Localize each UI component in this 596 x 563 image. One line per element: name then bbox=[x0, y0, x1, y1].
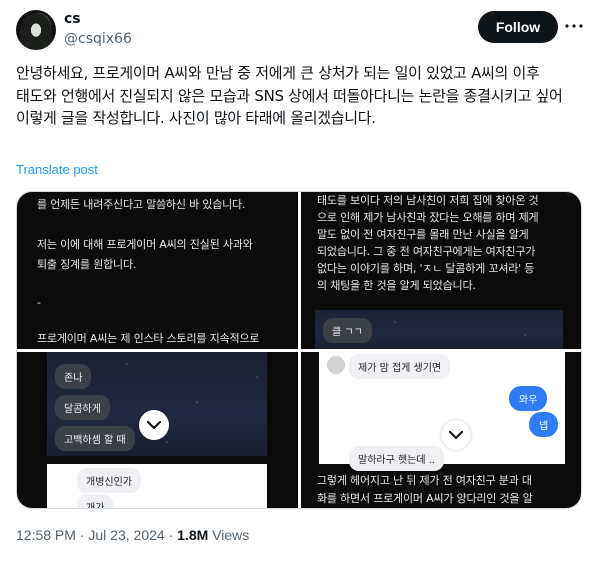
image2-line: 으로 인해 제가 남사친과 잤다는 오해를 하며 제게 bbox=[317, 211, 539, 224]
image2-line: 말도 없이 전 여자친구를 몰래 만난 사실을 알게 bbox=[317, 228, 529, 241]
follow-button[interactable]: Follow bbox=[478, 11, 558, 43]
avatar[interactable] bbox=[16, 10, 56, 50]
image2-line: 되었습니다. 그 중 전 여자친구에게는 여자친구가 bbox=[317, 245, 536, 258]
image1-line: - bbox=[37, 296, 41, 309]
avatar bbox=[327, 356, 345, 374]
media-image-3[interactable]: 존나 달콤하게 고백하셈 할 때 개병신인가 개가 bbox=[17, 352, 298, 508]
tweet-header: cs @csqix66 Follow bbox=[16, 8, 584, 52]
more-options-icon[interactable] bbox=[564, 16, 584, 36]
chat-bubble: 달콤하게 bbox=[55, 395, 110, 420]
image3-light-chat: 개병신인가 개가 bbox=[47, 464, 267, 508]
media-image-2[interactable]: 태도를 보이다 저의 남사친이 저희 집에 찾아온 것 으로 인해 제가 남사친… bbox=[301, 192, 581, 349]
author-handle[interactable]: @csqix66 bbox=[64, 31, 132, 47]
image1-line: 저는 이에 대해 프로게이머 A씨의 진실된 사과와 bbox=[37, 238, 253, 251]
image4-light-chat: 제가 맘 접게 생기면 와우 넵 말하라구 헷는데 .. bbox=[319, 352, 565, 471]
image1-line: 를 언제든 내려주신다고 말씀하신 바 있습니다. bbox=[37, 198, 246, 211]
translate-post-link[interactable]: Translate post bbox=[16, 162, 98, 177]
tweet-metadata: 12:58 PM · Jul 23, 2024 · 1.8M Views bbox=[16, 527, 249, 543]
image4-line: 그렇게 헤어지고 난 뒤 제가 전 여자친구 분과 대 bbox=[317, 474, 532, 487]
image2-line: 태도를 보이다 저의 남사친이 저희 집에 찾아온 것 bbox=[317, 194, 539, 207]
chat-bubble: 넵 bbox=[529, 412, 559, 437]
chevron-down-icon[interactable] bbox=[139, 410, 169, 440]
image2-line: 없다는 이야기를 하며, 'ㅈㄴ 달콤하게 꼬셔라' 등 bbox=[317, 262, 535, 275]
chat-bubble: 고백하셈 할 때 bbox=[55, 426, 135, 451]
chat-bubble: 클 ㄱㄱ bbox=[323, 318, 372, 343]
image2-line: 의 채팅을 한 것을 알게 되었습니다. bbox=[317, 279, 476, 292]
post-date[interactable]: Jul 23, 2024 bbox=[88, 527, 164, 543]
meta-separator: · bbox=[168, 527, 174, 543]
views-count: 1.8M bbox=[177, 527, 209, 543]
chat-bubble: 개가 bbox=[77, 494, 114, 508]
image3-chat-bg: 존나 달콤하게 고백하셈 할 때 bbox=[47, 352, 267, 456]
chat-bubble: 개병신인가 bbox=[77, 468, 141, 493]
media-grid: 를 언제든 내려주신다고 말씀하신 바 있습니다. 저는 이에 대해 프로게이머… bbox=[16, 191, 582, 509]
meta-separator: · bbox=[79, 527, 85, 543]
image1-line: 퇴출 징계를 원합니다. bbox=[37, 258, 137, 271]
image1-line: 프로게이머 A씨는 제 인스타 스토리를 지속적으로 bbox=[37, 332, 260, 345]
post-time[interactable]: 12:58 PM bbox=[16, 527, 76, 543]
chat-bubble: 제가 맘 접게 생기면 bbox=[349, 354, 451, 379]
media-image-1[interactable]: 를 언제든 내려주신다고 말씀하신 바 있습니다. 저는 이에 대해 프로게이머… bbox=[17, 192, 298, 349]
tweet-text: 안녕하세요, 프로게이머 A씨와 만남 중 저에게 큰 상처가 되는 일이 있었… bbox=[16, 64, 563, 127]
author-name[interactable]: cs bbox=[64, 11, 81, 27]
chat-bubble: 존나 bbox=[55, 364, 92, 389]
chat-bubble: 말하라구 헷는데 .. bbox=[349, 446, 445, 471]
image4-line: 화를 하면서 프로게이머 A씨가 양다리인 것을 알 bbox=[317, 492, 533, 505]
chat-bubble: 와우 bbox=[509, 386, 548, 411]
image2-chat-bg: 클 ㄱㄱ bbox=[315, 310, 563, 349]
media-image-4[interactable]: 제가 맘 접게 생기면 와우 넵 말하라구 헷는데 .. 그렇게 헤어지고 난 … bbox=[301, 352, 581, 508]
chevron-down-icon[interactable] bbox=[441, 420, 471, 450]
views-label: Views bbox=[212, 527, 250, 543]
